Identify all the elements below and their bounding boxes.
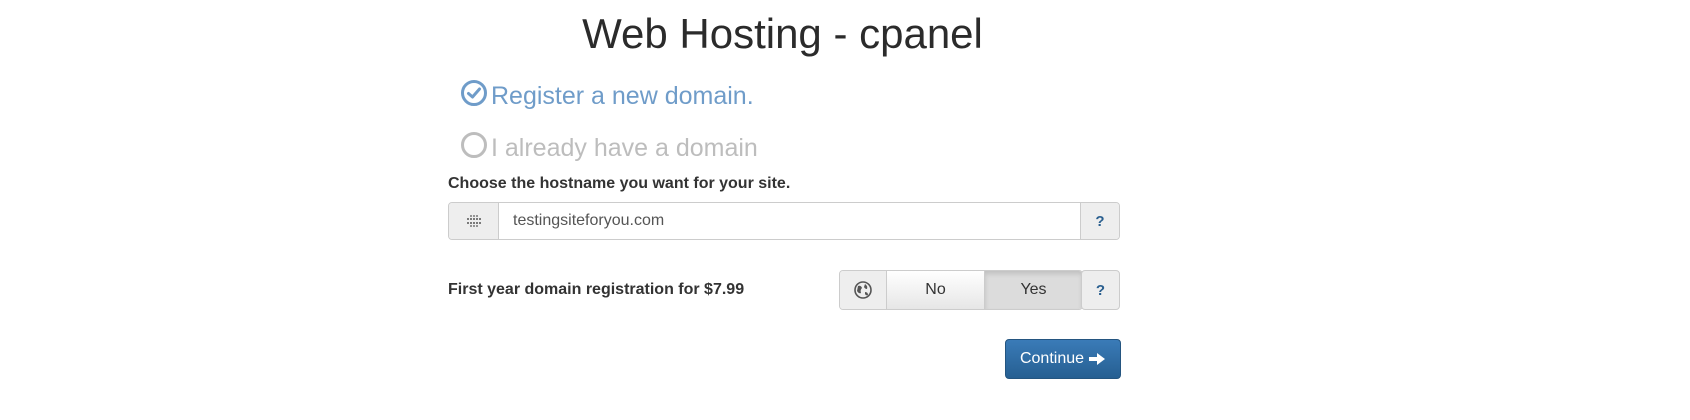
globe-icon — [840, 271, 886, 309]
continue-button[interactable]: Continue — [1005, 339, 1121, 379]
registration-toggle: No Yes — [839, 270, 1083, 310]
hostname-help-button[interactable]: ? — [1080, 203, 1119, 239]
register-domain-label: Register a new domain. — [491, 82, 754, 110]
existing-domain-option[interactable]: I already have a domain — [461, 129, 758, 162]
help-question-icon: ? — [1095, 281, 1106, 299]
empty-circle-icon — [461, 132, 487, 158]
check-circle-icon — [461, 80, 487, 106]
registration-help-button[interactable]: ? — [1081, 270, 1120, 310]
registration-yes-button[interactable]: Yes — [984, 271, 1082, 309]
hostname-input[interactable] — [499, 203, 1080, 239]
registration-label: First year domain registration for $7.99 — [448, 281, 745, 298]
globe-grid-icon — [449, 203, 499, 239]
help-question-icon: ? — [1095, 212, 1105, 230]
hostname-input-group: ? — [448, 202, 1120, 240]
registration-no-button[interactable]: No — [886, 271, 984, 309]
page-title: Web Hosting - cpanel — [582, 10, 983, 57]
continue-label: Continue — [1019, 350, 1085, 367]
hostname-label: Choose the hostname you want for your si… — [448, 175, 791, 192]
existing-domain-label: I already have a domain — [491, 134, 758, 162]
arrow-right-icon — [1088, 351, 1106, 367]
register-domain-option[interactable]: Register a new domain. — [461, 77, 754, 110]
